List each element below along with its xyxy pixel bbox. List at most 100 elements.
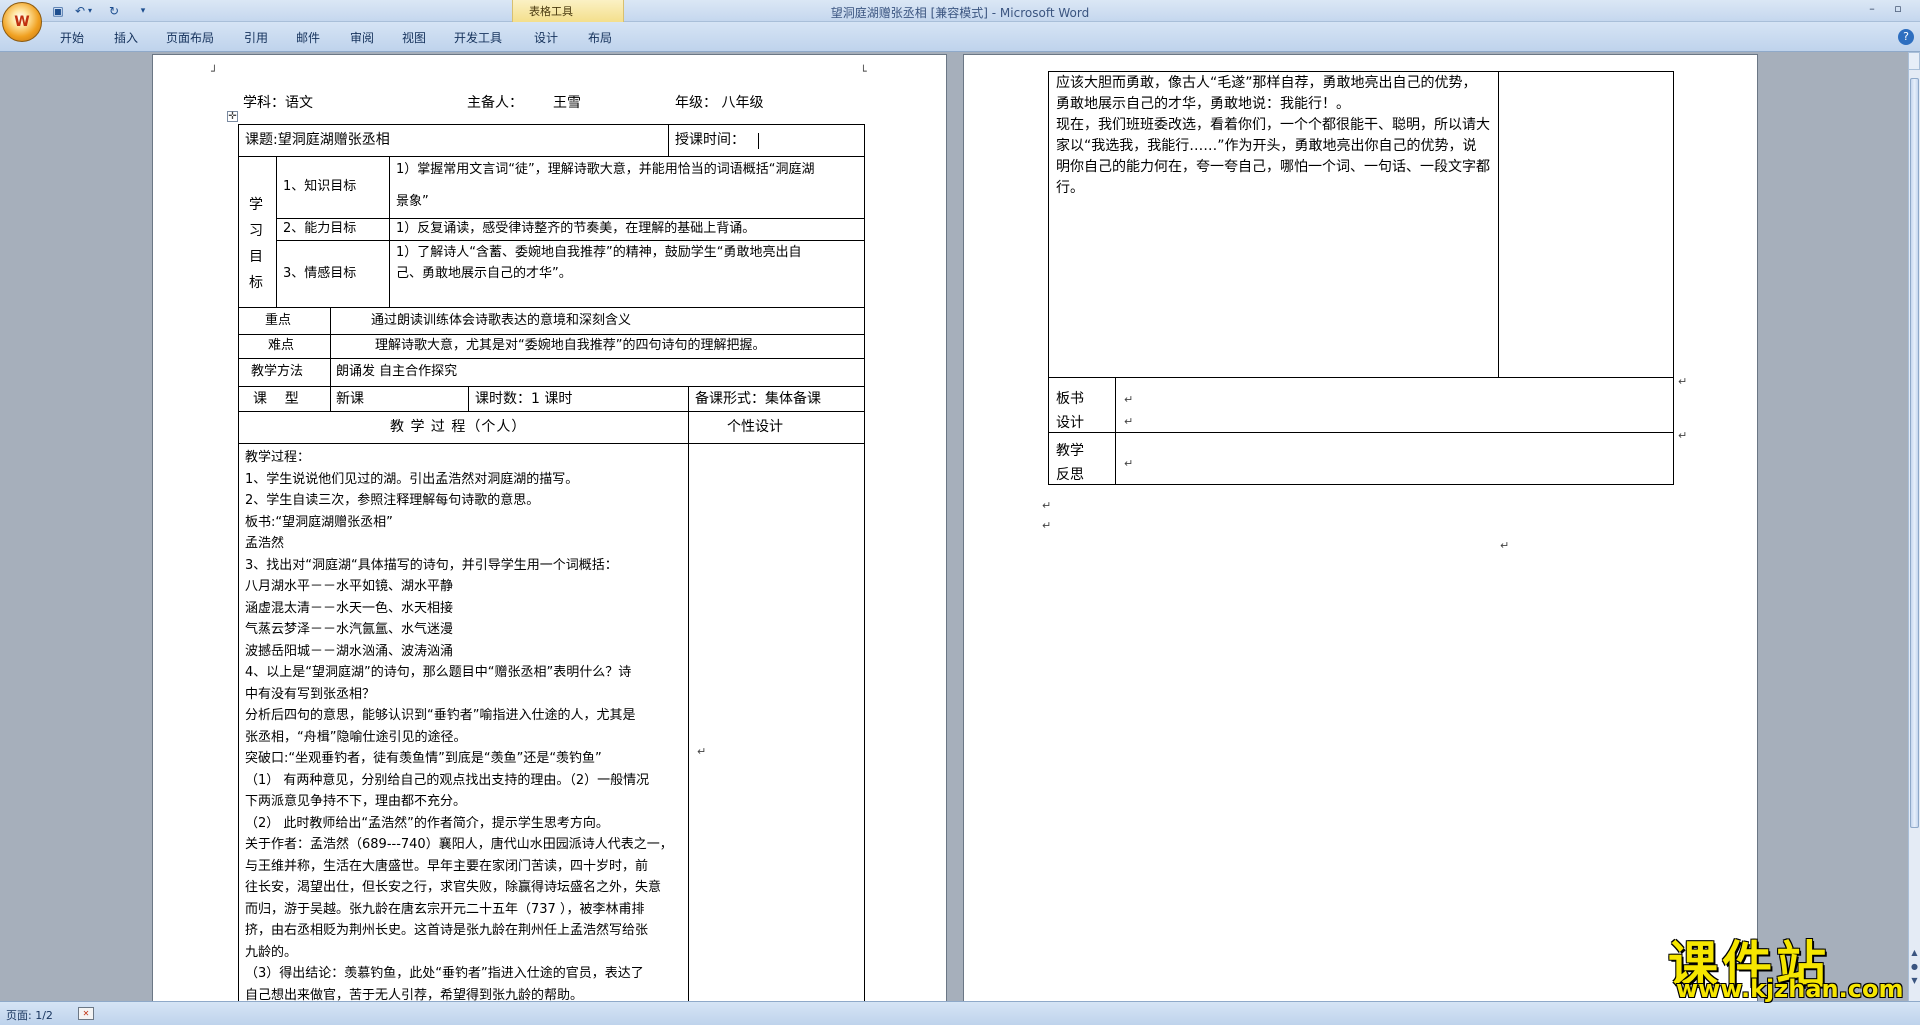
prep-form: 备课形式：集体备课 <box>695 391 821 407</box>
next-page-icon[interactable]: ▼ <box>1909 976 1920 986</box>
cell-end-mark: ↵ <box>697 745 707 758</box>
row-end-mark: ↵ <box>1678 429 1688 442</box>
window-title: 望洞庭湖赠张丞相 [兼容模式] - Microsoft Word <box>830 6 1090 20</box>
continuation-line: 应该大胆而勇敢，像古人“毛遂”那样自荐，勇敢地亮出自己的优势， <box>1056 75 1477 91</box>
goal-ability-label: 2、能力目标 <box>283 221 357 236</box>
lesson-type-text: 新课 <box>336 391 364 407</box>
page-2: 应该大胆而勇敢，像古人“毛遂”那样自荐，勇敢地亮出自己的优势， 勇敢地展示自己的才… <box>963 54 1758 1001</box>
board-design-label-2: 设计 <box>1056 415 1084 431</box>
tab-developer[interactable]: 开发工具 <box>454 29 502 46</box>
goals-label-2: 习 <box>249 223 263 239</box>
cell-end-mark: ↵ <box>1124 415 1134 428</box>
personal-design-header: 个性设计 <box>727 419 783 435</box>
lesson-hours: 课时数：1 课时 <box>475 391 573 407</box>
tab-references[interactable]: 引用 <box>244 29 268 46</box>
goal-ability-text: 1）反复诵读，感受律诗整齐的节奏美，在理解的基础上背诵。 <box>396 221 756 236</box>
process-line: （1） 有两种意见，分别给自己的观点找出支持的理由。（2）一般情况 <box>245 772 650 788</box>
lesson-type-label: 课 型 <box>253 391 299 407</box>
paragraph-mark: ↵ <box>1042 519 1052 532</box>
watermark-url: www.kjzhan.com <box>1676 975 1904 1003</box>
goals-label-4: 标 <box>249 275 263 291</box>
page-1: ┘ └ 学科：语文 主备人： 王雪 年级： 八年级 ✛ 课题:望洞庭湖赠张丞相 … <box>152 54 947 1001</box>
process-line: 张丞相，“舟楫”隐喻仕途引见的途径。 <box>245 729 467 745</box>
process-line: 自己想出来做官，苦于无人引荐，希望得到张九龄的帮助。 <box>245 987 584 1002</box>
paragraph-mark: ↵ <box>1500 539 1510 552</box>
cell-end-mark: ↵ <box>1124 457 1134 470</box>
cell-end-mark: ↵ <box>1124 393 1134 406</box>
key-point-label: 重点 <box>265 313 292 328</box>
process-line: 气蒸云梦泽－－水汽氤氲、水气迷漫 <box>245 622 454 637</box>
process-line: 孟浩然 <box>245 536 285 551</box>
watermark: 课件站 www.kjzhan.com <box>1668 925 1906 1005</box>
process-line: 1、学生说说他们见过的湖。引出孟浩然对洞庭湖的描写。 <box>245 471 579 487</box>
goal-emotion-line1: 1）了解诗人“含蓄、委婉地自我推荐”的精神，鼓励学生“勇敢地亮出自 <box>396 245 802 260</box>
method-label: 教学方法 <box>251 364 304 379</box>
process-line: 4、以上是“望洞庭湖”的诗句，那么题目中“赠张丞相”表明什么？诗 <box>245 665 632 680</box>
scrollbar-thumb[interactable] <box>1910 78 1919 828</box>
vertical-scrollbar[interactable]: ▲ ● ▼ <box>1908 70 1920 1001</box>
process-line: 八月湖水平－－水平如镜、湖水平静 <box>245 579 454 594</box>
lesson-title: 课题:望洞庭湖赠张丞相 <box>245 132 390 148</box>
difficulty-label: 难点 <box>268 338 295 353</box>
process-header: 教 学 过 程（个人） <box>390 419 527 435</box>
tab-home[interactable]: 开始 <box>60 29 84 46</box>
goal-emotion-label: 3、情感目标 <box>283 266 357 281</box>
browse-object-icon[interactable]: ● <box>1909 962 1920 972</box>
restore-icon[interactable]: ▫ <box>1886 2 1910 18</box>
process-line: 挤，由右丞相贬为荆州长史。这首诗是张九龄在荆州任上孟浩然写给张 <box>245 923 649 938</box>
paragraph-mark: ↵ <box>1042 499 1052 512</box>
document-area: ┘ └ 学科：语文 主备人： 王雪 年级： 八年级 ✛ 课题:望洞庭湖赠张丞相 … <box>0 52 1908 1001</box>
process-line: 3、找出对“洞庭湖“具体描写的诗句，并引导学生用一个词概括： <box>245 557 618 573</box>
process-body: 教学过程： 1、学生说说他们见过的湖。引出孟浩然对洞庭湖的描写。 2、学生自读三次，… <box>245 447 685 1001</box>
row-end-mark: ↵ <box>1678 375 1688 388</box>
tab-review[interactable]: 审阅 <box>350 29 374 46</box>
process-line: 波撼岳阳城－－湖水汹涌、波涛汹涌 <box>245 643 454 659</box>
page-count[interactable]: 页面: 1/2 <box>6 1007 53 1023</box>
tab-mailings[interactable]: 邮件 <box>296 29 320 46</box>
goals-label-1: 学 <box>249 197 263 213</box>
process-line: 涵虚混太清－－水天一色、水天相接 <box>245 600 454 616</box>
continuation-line: 明你自己的能力何在，夸一夸自己，哪怕一个词、一句话、一段文字都 <box>1056 159 1490 175</box>
minimize-icon[interactable]: – <box>1860 2 1884 18</box>
tab-page-layout[interactable]: 页面布局 <box>166 29 214 46</box>
office-button[interactable]: W <box>2 2 42 42</box>
class-time-label: 授课时间： <box>675 132 745 148</box>
proofing-icon[interactable]: ✕ <box>78 1007 94 1020</box>
ruler-toggle[interactable] <box>1908 52 1920 70</box>
process-line: 往长安，渴望出仕，但长安之行，求官失败，除赢得诗坛盛名之外，失意 <box>245 880 662 895</box>
tab-design[interactable]: 设计 <box>534 29 558 46</box>
continuation-line: 家以“我选我，我能行……”作为开头，勇敢地亮出你自己的优势，说 <box>1056 138 1477 154</box>
reflection-label-2: 反思 <box>1056 467 1084 483</box>
process-line: 分析后四句的意思，能够认识到“垂钓者”喻指进入仕途的人，尤其是 <box>245 708 636 723</box>
process-line: 与王维并称，生活在大唐盛世。早年主要在家闭门苦读，四十岁时，前 <box>245 858 649 874</box>
tab-view[interactable]: 视图 <box>402 29 426 46</box>
tab-insert[interactable]: 插入 <box>114 29 138 46</box>
method-text: 朗诵发 自主合作探究 <box>336 364 458 379</box>
continuation-text: 应该大胆而勇敢，像古人“毛遂”那样自荐，勇敢地亮出自己的优势， 勇敢地展示自己的才… <box>1056 73 1494 199</box>
continuation-line: 勇敢地展示自己的才华，勇敢地说：我能行！。 <box>1056 96 1350 112</box>
tab-layout[interactable]: 布局 <box>588 29 612 46</box>
goal-knowledge-line2: 景象” <box>396 194 429 209</box>
process-line: 板书:“望洞庭湖赠张丞相” <box>245 514 393 530</box>
goal-emotion-line2: 己、勇敢地展示自己的才华”。 <box>396 266 572 281</box>
continuation-line: 行。 <box>1056 180 1084 196</box>
title-bar: ▣ ↶ ▾ ↻ ▾ 表格工具 望洞庭湖赠张丞相 [兼容模式] - Microso… <box>0 0 1920 22</box>
reflection-label-1: 教学 <box>1056 443 1084 459</box>
goal-knowledge-line1: 1）掌握常用文言词“徒”，理解诗歌大意，并能用恰当的词语概括“洞庭湖 <box>396 162 815 177</box>
process-line: 关于作者：孟浩然（689---740）襄阳人，唐代山水田园派诗人代表之一， <box>245 837 673 852</box>
text-cursor <box>758 133 759 149</box>
process-line: 中有没有写到张丞相？ <box>245 686 376 702</box>
goal-knowledge-label: 1、知识目标 <box>283 179 357 194</box>
goals-label-3: 目 <box>249 249 263 265</box>
status-bar: 页面: 1/2 ✕ <box>0 1001 1920 1025</box>
difficulty-text: 理解诗歌大意，尤其是对“委婉地自我推荐”的四句诗句的理解把握。 <box>375 338 766 353</box>
process-line: 突破口:“坐观垂钓者，徒有羡鱼情”到底是“羡鱼”还是“羡钓鱼” <box>245 751 602 766</box>
process-line: 九龄的。 <box>245 944 298 960</box>
process-line: 2、学生自读三次，参照注释理解每句诗歌的意思。 <box>245 493 540 508</box>
continuation-line: 现在，我们班班委改选，看着你们，一个个都很能干、聪明，所以请大 <box>1056 117 1490 133</box>
help-icon[interactable]: ? <box>1898 29 1914 45</box>
process-line: 下两派意见争持不下，理由都不充分。 <box>245 794 467 809</box>
office-logo-icon: W <box>14 14 30 30</box>
key-point-text: 通过朗读训练体会诗歌表达的意境和深刻含义 <box>371 313 632 328</box>
previous-page-icon[interactable]: ▲ <box>1909 948 1920 958</box>
